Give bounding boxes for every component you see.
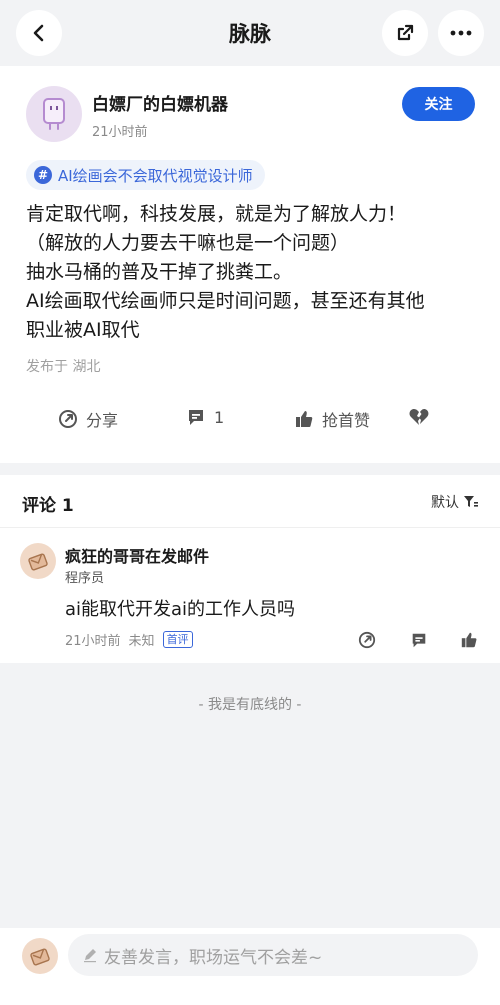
share-label: 分享 <box>86 411 119 430</box>
commenter-avatar[interactable] <box>20 543 56 579</box>
broken-heart-icon <box>409 409 429 425</box>
robot-avatar-icon <box>43 98 65 130</box>
author-avatar[interactable] <box>26 86 82 142</box>
comment-input[interactable]: 友善发言，职场运气不会差~ <box>68 934 478 976</box>
topic-text: AI绘画会不会取代视觉设计师 <box>58 166 253 185</box>
like-button[interactable]: 抢首赞 <box>294 407 370 431</box>
commenter-role: 程序员 <box>65 571 105 586</box>
more-dots-icon <box>450 30 472 36</box>
dislike-button[interactable] <box>408 407 430 427</box>
topic-tag[interactable]: # AI绘画会不会取代视觉设计师 <box>26 160 265 190</box>
share-icon <box>59 410 77 428</box>
comment-button[interactable]: 1 <box>186 407 224 427</box>
comment-share-icon[interactable] <box>358 631 376 649</box>
external-share-icon <box>397 24 414 41</box>
share-button[interactable]: 分享 <box>58 407 118 431</box>
comment-source: 未知 <box>128 634 155 649</box>
author-name[interactable]: 白嫖厂的白嫖机器 <box>92 90 228 115</box>
content-line: （解放的人力要去干嘛也是一个问题） <box>26 232 350 254</box>
top-nav: 脉脉 <box>0 0 500 66</box>
end-of-list-text: - 我是有底线的 - <box>198 697 302 713</box>
comment-input-placeholder: 友善发言，职场运气不会差~ <box>104 947 323 968</box>
sort-filter-icon <box>464 496 478 507</box>
comments-header: 评论 1 默认 <box>0 475 500 528</box>
comment-time: 21小时前 <box>65 634 121 649</box>
content-line: 抽水马桶的普及干掉了挑粪工。 <box>26 261 293 283</box>
comment-reply-icon[interactable] <box>410 631 428 649</box>
comment-icon <box>189 410 203 425</box>
comment-meta: 21小时前 未知 首评 <box>65 630 193 649</box>
sort-dropdown[interactable]: 默认 <box>431 492 479 512</box>
content-line: AI绘画取代绘画师只是时间问题，甚至还有其他 <box>26 290 425 312</box>
pencil-icon <box>84 949 96 963</box>
comment-text: ai能取代开发ai的工作人员吗 <box>65 599 296 620</box>
like-label: 抢首赞 <box>322 411 371 430</box>
comment-like-icon[interactable] <box>460 631 478 649</box>
comments-title: 评论 1 <box>22 496 74 516</box>
envelope-avatar-icon <box>28 553 48 571</box>
comments-section: 评论 1 默认 疯狂的哥哥在发邮件 程序员 ai能取代开发ai的工作人员吗 21… <box>0 475 500 663</box>
content-line: 职业被AI取代 <box>26 319 140 341</box>
external-share-button[interactable] <box>382 10 428 56</box>
bottom-comment-bar: 友善发言，职场运气不会差~ <box>0 928 500 1005</box>
more-button[interactable] <box>438 10 484 56</box>
sort-label: 默认 <box>431 495 459 511</box>
my-avatar[interactable] <box>22 938 58 974</box>
first-comment-badge: 首评 <box>162 631 193 648</box>
post-card: 白嫖厂的白嫖机器 21小时前 关注 # AI绘画会不会取代视觉设计师 肯定取代啊… <box>0 66 500 463</box>
post-content: 肯定取代啊，科技发展，就是为了解放人力！ （解放的人力要去干嘛也是一个问题） 抽… <box>26 200 476 345</box>
envelope-avatar-icon <box>30 948 50 966</box>
comment-count: 1 <box>214 407 225 427</box>
follow-button[interactable]: 关注 <box>402 87 475 121</box>
hashtag-icon: # <box>34 166 52 184</box>
post-location: 发布于 湖北 <box>26 359 101 375</box>
post-time: 21小时前 <box>92 125 148 140</box>
commenter-name[interactable]: 疯狂的哥哥在发邮件 <box>65 543 209 567</box>
post-actions: 分享 1 抢首赞 <box>0 399 500 439</box>
content-line: 肯定取代啊，科技发展，就是为了解放人力！ <box>26 203 407 225</box>
thumbs-up-icon <box>296 411 313 427</box>
